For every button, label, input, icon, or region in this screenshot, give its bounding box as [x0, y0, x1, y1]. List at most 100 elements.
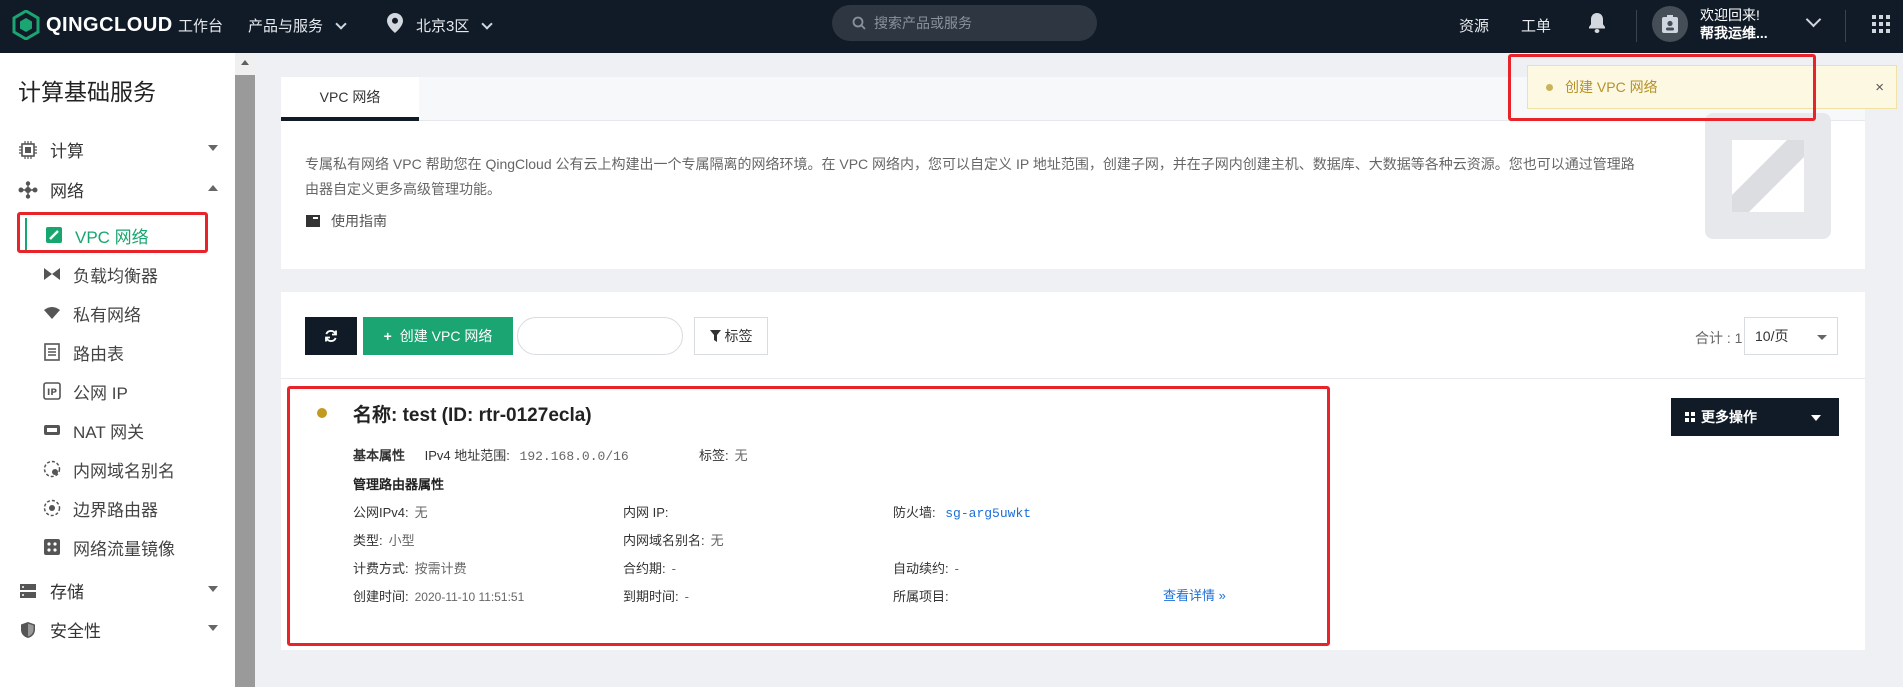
caret-down-icon — [208, 625, 218, 631]
more-operations-button[interactable]: 更多操作 — [1671, 398, 1839, 436]
global-search[interactable] — [832, 5, 1097, 41]
created-row: 创建时间: 2020-11-10 11:51:51 — [353, 586, 524, 605]
welcome-text: 欢迎回来! — [1700, 7, 1760, 23]
sidebar-title: 计算基础服务 — [18, 79, 156, 105]
tag-filter-label: 标签 — [724, 328, 753, 344]
caret-up-icon — [208, 185, 218, 191]
sidebar-item-label: 边界路由器 — [73, 500, 158, 520]
user-badge-icon — [1662, 15, 1678, 33]
nav-products-label: 产品与服务 — [248, 18, 324, 35]
sidebar-item-border-router[interactable]: 边界路由器 — [25, 491, 205, 525]
router-section-heading: 管理路由器属性 — [353, 477, 445, 492]
brand-name: QINGCLOUD — [46, 13, 173, 36]
billing-value: 按需计费 — [414, 561, 467, 576]
refresh-button[interactable] — [305, 317, 357, 355]
type-value: 小型 — [388, 533, 415, 548]
grid-icon — [1685, 412, 1695, 422]
toast-message: 创建 VPC 网络 — [1565, 79, 1658, 95]
apps-grid-icon[interactable] — [1872, 15, 1890, 33]
user-guide-link[interactable]: 使用指南 — [305, 211, 387, 231]
basic-attributes-row: 基本属性 IPv4 地址范围: 192.168.0.0/16 — [353, 445, 629, 464]
brand-logo[interactable]: QINGCLOUD — [12, 9, 173, 41]
cpu-icon — [18, 140, 38, 160]
sidebar-item-public-ip[interactable]: IP 公网 IP — [25, 374, 205, 408]
public-ipv4-row: 公网IPv4: 无 — [353, 502, 428, 521]
nav-region-label: 北京3区 — [416, 18, 470, 35]
created-label: 创建时间: — [353, 589, 409, 604]
contract-row: 合约期: - — [623, 558, 676, 577]
load-balancer-icon — [43, 265, 61, 283]
sidebar-item-private-network[interactable]: 私有网络 — [25, 296, 205, 330]
sidebar-group-storage[interactable]: 存储 — [18, 578, 218, 603]
caret-down-icon — [208, 586, 218, 592]
nav-resources[interactable]: 资源 — [1459, 15, 1489, 36]
nav-products-dropdown[interactable]: 产品与服务 — [248, 15, 347, 36]
ipv4-range-label: IPv4 地址范围: — [424, 448, 510, 463]
sidebar-scrollbar[interactable] — [235, 53, 255, 687]
billing-label: 计费方式: — [353, 561, 409, 576]
page-size-value: 10/页 — [1755, 328, 1789, 344]
firewall-link[interactable]: sg-arg5uwkt — [945, 506, 1031, 521]
contract-value: - — [671, 561, 676, 576]
sidebar: 计算基础服务 计算 网络 VPC 网络 负载均衡器 私有网络 路由表 IP 公网… — [0, 53, 235, 687]
border-router-icon — [43, 499, 61, 517]
created-value: 2020-11-10 11:51:51 — [414, 590, 525, 604]
sidebar-item-label: NAT 网关 — [73, 422, 145, 442]
wifi-icon — [43, 304, 61, 322]
nav-workbench[interactable]: 工作台 — [178, 15, 223, 36]
divider — [1636, 10, 1637, 42]
sidebar-group-network[interactable]: 网络 — [18, 177, 218, 202]
chevron-down-icon[interactable] — [1805, 11, 1822, 28]
tag-filter-button[interactable]: 标签 — [694, 317, 768, 355]
resource-title[interactable]: 名称: test (ID: rtr-0127ecla) — [353, 400, 592, 427]
vpc-description: 专属私有网络 VPC 帮助您在 QingCloud 公有云上构建出一个专属隔离的… — [305, 156, 1635, 197]
top-navigation-bar: QINGCLOUD 工作台 产品与服务 北京3区 资源 工单 欢迎回来! 帮我运… — [0, 0, 1903, 53]
sidebar-item-load-balancer[interactable]: 负载均衡器 — [25, 257, 205, 291]
firewall-row: 防火墙: sg-arg5uwkt — [893, 502, 1031, 521]
dns-alias-value: 无 — [710, 533, 724, 548]
nav-region-dropdown[interactable]: 北京3区 — [416, 15, 494, 36]
expire-row: 到期时间: - — [623, 586, 689, 605]
tags-value: 无 — [734, 448, 748, 463]
sidebar-item-route-table[interactable]: 路由表 — [25, 335, 205, 369]
divider — [1845, 10, 1846, 42]
dns-alias-icon — [43, 460, 61, 478]
expire-label: 到期时间: — [623, 589, 679, 604]
ip-icon: IP — [43, 382, 61, 400]
chevron-down-icon — [481, 18, 494, 30]
dns-alias-row: 内网域名别名: 无 — [623, 530, 724, 549]
sidebar-item-label: 私有网络 — [73, 305, 141, 325]
view-details-link[interactable]: 查看详情 » — [1163, 585, 1226, 604]
nav-tickets[interactable]: 工单 — [1521, 15, 1551, 36]
sidebar-item-dns-alias[interactable]: 内网域名别名 — [25, 452, 205, 486]
sidebar-group-compute[interactable]: 计算 — [18, 137, 218, 162]
search-input[interactable] — [874, 15, 1074, 31]
list-search-input[interactable] — [517, 317, 683, 355]
auto-renew-value: - — [954, 561, 959, 576]
total-count: 合计 : 1 — [1695, 330, 1743, 346]
create-vpc-button[interactable]: + 创建 VPC 网络 — [363, 317, 513, 355]
shield-icon — [18, 620, 38, 640]
page-size-select[interactable]: 10/页 — [1744, 317, 1838, 355]
bell-icon[interactable] — [1588, 12, 1606, 34]
basic-attributes-label: 基本属性 — [353, 448, 406, 463]
user-welcome[interactable]: 欢迎回来! 帮我运维... — [1700, 6, 1768, 42]
traffic-mirror-icon — [43, 538, 61, 556]
tab-vpc-network[interactable]: VPC 网络 — [281, 77, 419, 121]
tags-label: 标签: — [699, 448, 729, 463]
sidebar-item-nat-gateway[interactable]: NAT 网关 — [25, 413, 205, 447]
sidebar-item-vpc[interactable]: VPC 网络 — [25, 218, 205, 252]
network-icon — [18, 180, 38, 200]
user-avatar[interactable] — [1652, 6, 1688, 42]
sidebar-item-label: 内网域名别名 — [73, 461, 175, 481]
private-ip-row: 内网 IP: — [623, 502, 675, 521]
dns-alias-label: 内网域名别名: — [623, 533, 705, 548]
close-icon[interactable]: × — [1875, 79, 1884, 96]
filter-icon — [709, 330, 721, 342]
contract-label: 合约期: — [623, 561, 666, 576]
chevron-down-icon — [335, 18, 347, 30]
scroll-up-arrow-icon[interactable] — [235, 53, 255, 75]
sidebar-item-traffic-mirror[interactable]: 网络流量镜像 — [25, 530, 205, 564]
svg-text:IP: IP — [47, 388, 57, 398]
sidebar-group-security[interactable]: 安全性 — [18, 617, 218, 642]
